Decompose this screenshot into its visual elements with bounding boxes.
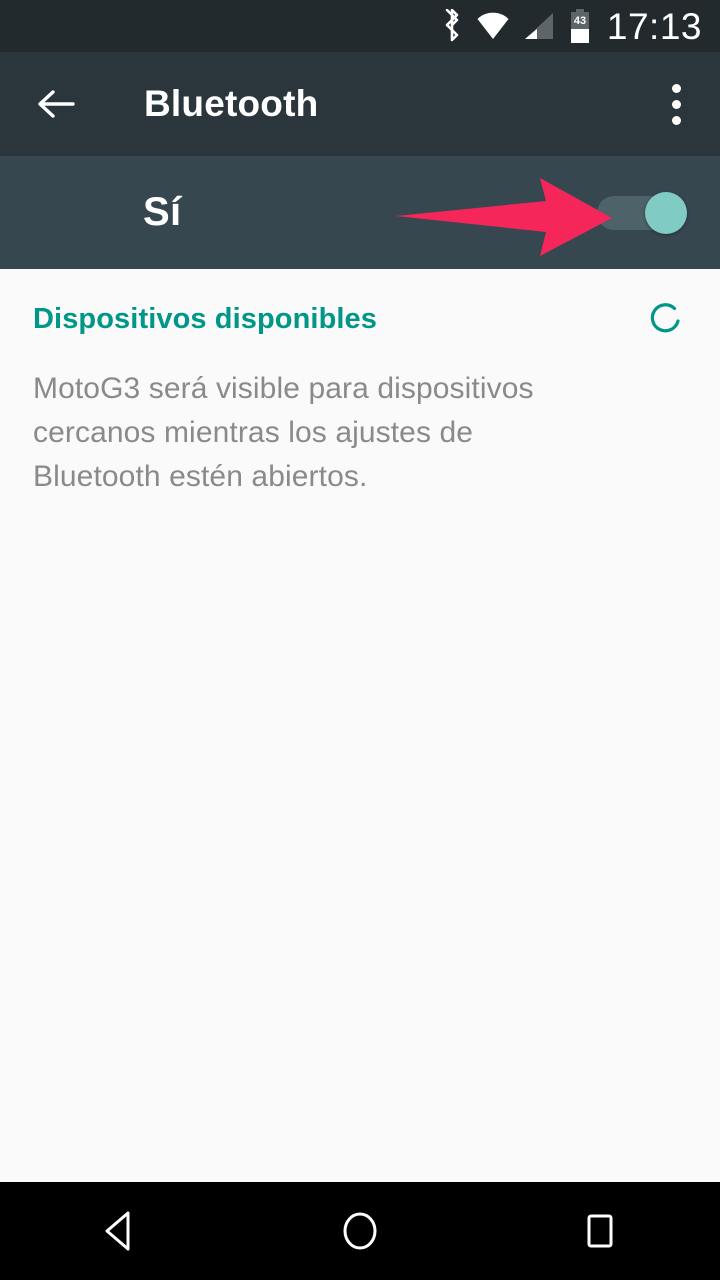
section-title-available-devices: Dispositivos disponibles xyxy=(33,302,378,335)
nav-recents-button[interactable] xyxy=(525,1182,675,1280)
overflow-menu-icon xyxy=(671,99,681,109)
nav-home-button[interactable] xyxy=(285,1182,435,1280)
nav-back-icon xyxy=(105,1211,130,1251)
bluetooth-toggle-switch[interactable] xyxy=(597,192,687,234)
bluetooth-state-label: Sí xyxy=(143,190,182,234)
phone-screen: 43 17:13 Bluetooth Sí Dispositivos dispo… xyxy=(0,0,720,1280)
system-navigation-bar xyxy=(0,1182,720,1280)
nav-back-button[interactable] xyxy=(45,1182,195,1280)
app-bar: Bluetooth xyxy=(0,52,720,156)
status-bar: 43 17:13 xyxy=(0,0,720,52)
back-button[interactable] xyxy=(0,52,112,156)
bluetooth-icon xyxy=(445,9,459,42)
back-arrow-icon xyxy=(38,90,75,118)
battery-icon: 43 xyxy=(570,9,589,43)
available-devices-header: Dispositivos disponibles xyxy=(0,269,720,345)
scanning-spinner-icon xyxy=(650,303,680,333)
status-bar-clock: 17:13 xyxy=(606,5,702,47)
overflow-menu-icon xyxy=(671,115,681,125)
scan-spinner-button[interactable] xyxy=(647,299,687,339)
wifi-icon xyxy=(477,12,509,39)
status-icon-group: 43 xyxy=(441,9,592,43)
switch-thumb xyxy=(645,192,687,234)
page-title: Bluetooth xyxy=(144,83,319,124)
nav-recents-icon xyxy=(587,1214,613,1248)
overflow-menu-button[interactable] xyxy=(632,52,720,156)
bluetooth-toggle-row[interactable]: Sí xyxy=(0,156,720,269)
overflow-menu-icon xyxy=(671,83,681,93)
cellular-signal-icon xyxy=(524,13,553,39)
battery-level-text: 43 xyxy=(574,15,586,27)
nav-home-icon xyxy=(343,1212,377,1250)
content-area: Dispositivos disponibles MotoG3 será vis… xyxy=(0,269,720,1182)
visibility-description: MotoG3 será visible para dispositivos ce… xyxy=(33,372,534,493)
